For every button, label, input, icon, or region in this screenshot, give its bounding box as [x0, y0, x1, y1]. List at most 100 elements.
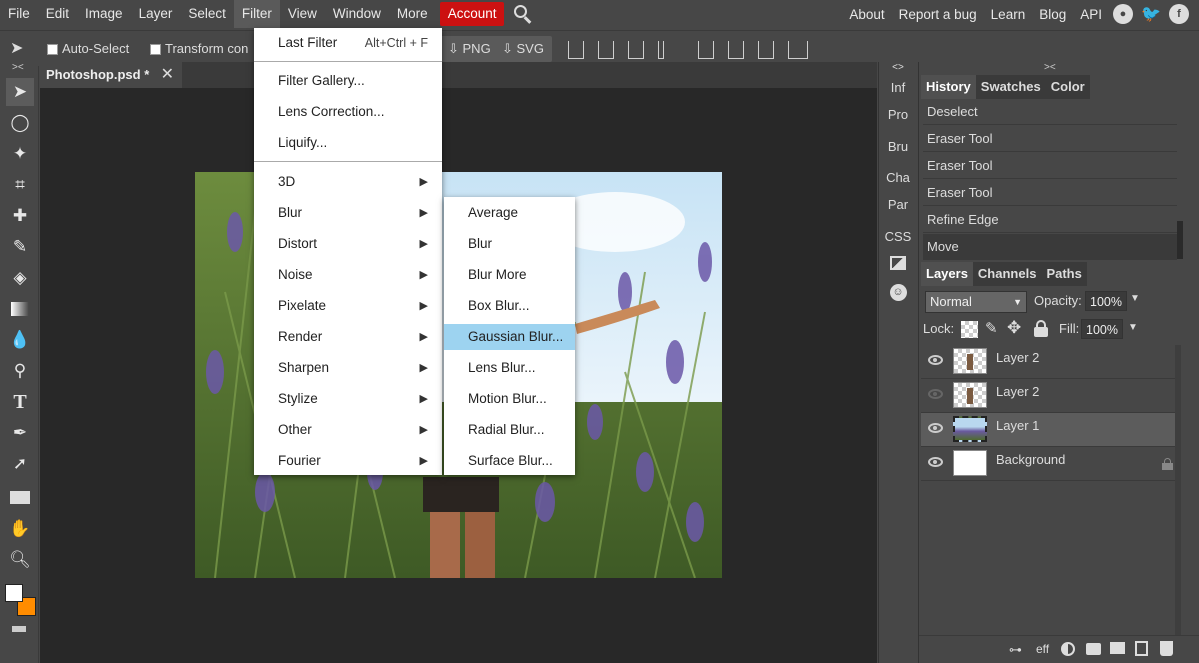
menu-select[interactable]: Select	[180, 0, 234, 28]
menu-item-stylize[interactable]: Stylize ▶	[254, 386, 442, 412]
brush-panel-button[interactable]: Bru	[879, 139, 917, 154]
opacity-dropdown-icon[interactable]: ▼	[1130, 293, 1140, 304]
hand-tool-icon[interactable]: ✋	[6, 515, 34, 543]
layer-mask-icon[interactable]	[1086, 643, 1101, 655]
history-scrollbar[interactable]	[1177, 221, 1183, 259]
history-item[interactable]: Eraser Tool	[923, 153, 1177, 179]
blur-item-motion-blur[interactable]: Motion Blur...	[444, 386, 575, 412]
api-link[interactable]: API	[1073, 7, 1109, 22]
blur-item-blur-more[interactable]: Blur More	[444, 262, 575, 288]
layer-row[interactable]: Layer 2	[921, 345, 1175, 379]
fill-dropdown-icon[interactable]: ▼	[1128, 322, 1138, 333]
adjustment-layer-icon[interactable]	[1061, 642, 1075, 656]
path-select-icon[interactable]: ➚	[6, 450, 34, 478]
blur-item-surface-blur[interactable]: Surface Blur...	[444, 448, 575, 474]
align-left-icon[interactable]	[568, 41, 584, 59]
magic-wand-icon[interactable]: ✦	[6, 140, 34, 168]
info-panel-button[interactable]: Inf	[879, 80, 917, 95]
pen-tool-icon[interactable]: ✒	[6, 419, 34, 447]
menu-layer[interactable]: Layer	[131, 0, 181, 28]
layer-row-selected[interactable]: Layer 1	[921, 413, 1175, 447]
menu-item-fourier[interactable]: Fourier ▶	[254, 448, 442, 474]
foreground-color-front[interactable]	[5, 584, 23, 602]
layers-scrollbar[interactable]	[1175, 345, 1181, 635]
gradient-tool-icon[interactable]	[6, 295, 34, 323]
document-tab[interactable]: Photoshop.psd * ✕	[40, 62, 182, 88]
blur-item-average[interactable]: Average	[444, 200, 575, 226]
menu-item-other[interactable]: Other ▶	[254, 417, 442, 443]
visibility-eye-icon[interactable]	[928, 355, 943, 365]
zoom-tool-icon[interactable]: 🔍︎	[6, 546, 34, 574]
effects-button[interactable]: eff	[1036, 642, 1049, 656]
lock-transparency-icon[interactable]	[961, 321, 978, 338]
menu-item-liquify[interactable]: Liquify...	[254, 130, 442, 156]
align-right-icon[interactable]	[628, 41, 644, 59]
tab-color[interactable]: Color	[1045, 75, 1090, 99]
smiley-icon[interactable]: ☺	[879, 284, 917, 301]
visibility-eye-icon[interactable]	[928, 389, 943, 399]
tab-swatches[interactable]: Swatches	[975, 75, 1046, 99]
history-item[interactable]: Eraser Tool	[923, 126, 1177, 152]
dodge-tool-icon[interactable]: ⚲	[6, 357, 34, 385]
text-tool-icon[interactable]: T	[6, 388, 34, 416]
menu-window[interactable]: Window	[325, 0, 389, 28]
opacity-input[interactable]: 100%	[1085, 291, 1127, 311]
eraser-tool-icon[interactable]: ◈	[6, 264, 34, 292]
tab-layers[interactable]: Layers	[921, 262, 973, 286]
history-item[interactable]: Deselect	[923, 99, 1177, 125]
learn-link[interactable]: Learn	[984, 7, 1033, 22]
align-middle-icon[interactable]	[728, 41, 744, 59]
menu-item-noise[interactable]: Noise ▶	[254, 262, 442, 288]
collapse-panels-icon[interactable]: ><	[1044, 62, 1056, 73]
tab-channels[interactable]: Channels	[972, 262, 1042, 286]
about-link[interactable]: About	[842, 7, 891, 22]
visibility-eye-icon[interactable]	[928, 457, 943, 467]
quick-mask-icon[interactable]	[12, 626, 26, 632]
brush-tool-icon[interactable]: ✎	[6, 233, 34, 261]
new-group-folder-icon[interactable]	[1110, 642, 1125, 654]
menu-filter[interactable]: Filter	[233, 0, 280, 28]
lock-move-icon[interactable]: ✥	[1007, 318, 1021, 338]
blur-item-box-blur[interactable]: Box Blur...	[444, 293, 575, 319]
menu-item-pixelate[interactable]: Pixelate ▶	[254, 293, 442, 319]
account-button[interactable]: Account	[439, 2, 505, 26]
menu-item-lens-correction[interactable]: Lens Correction...	[254, 99, 442, 125]
shape-tool-icon[interactable]	[6, 483, 34, 511]
link-layers-icon[interactable]: ⊶	[1009, 642, 1022, 658]
twitter-icon[interactable]: 🐦	[1141, 4, 1161, 24]
blend-mode-select[interactable]: Normal ▼	[925, 291, 1027, 313]
expand-panels-icon[interactable]: <>	[879, 62, 917, 73]
layer-name[interactable]: Layer 2	[996, 379, 1039, 405]
visibility-eye-icon[interactable]	[928, 423, 943, 433]
fill-input[interactable]: 100%	[1081, 319, 1123, 339]
menu-item-render[interactable]: Render ▶	[254, 324, 442, 350]
paragraph-panel-button[interactable]: Par	[879, 197, 917, 212]
image-panel-icon[interactable]	[879, 256, 917, 270]
align-top-icon[interactable]	[698, 41, 714, 59]
delete-layer-trash-icon[interactable]	[1160, 641, 1173, 656]
collapse-toolbar-icon[interactable]: ><	[12, 62, 24, 73]
layer-name[interactable]: Background	[996, 447, 1065, 473]
layer-row[interactable]: Background	[921, 447, 1175, 481]
menu-item-sharpen[interactable]: Sharpen ▶	[254, 355, 442, 381]
tab-history[interactable]: History	[921, 75, 976, 99]
auto-select-checkbox[interactable]: Auto-Select	[47, 41, 129, 56]
blur-item-radial-blur[interactable]: Radial Blur...	[444, 417, 575, 443]
facebook-icon[interactable]: f	[1169, 4, 1189, 24]
css-panel-button[interactable]: CSS	[879, 229, 917, 244]
export-png-button[interactable]: ⇩ PNG	[440, 36, 499, 62]
character-panel-button[interactable]: Cha	[879, 170, 917, 185]
reddit-icon[interactable]: ●	[1113, 4, 1133, 24]
close-tab-icon[interactable]: ✕	[161, 62, 174, 88]
blog-link[interactable]: Blog	[1032, 7, 1073, 22]
menu-item-3d[interactable]: 3D ▶	[254, 169, 442, 195]
lock-paint-icon[interactable]: ✎	[985, 319, 998, 337]
menu-view[interactable]: View	[280, 0, 325, 28]
transform-check[interactable]	[150, 44, 161, 56]
history-item[interactable]: Refine Edge	[923, 207, 1177, 233]
report-bug-link[interactable]: Report a bug	[892, 7, 984, 22]
menu-item-filter-gallery[interactable]: Filter Gallery...	[254, 68, 442, 94]
auto-select-check[interactable]	[47, 44, 58, 56]
align-center-h-icon[interactable]	[598, 41, 614, 59]
menu-item-blur[interactable]: Blur ▶	[254, 200, 442, 226]
